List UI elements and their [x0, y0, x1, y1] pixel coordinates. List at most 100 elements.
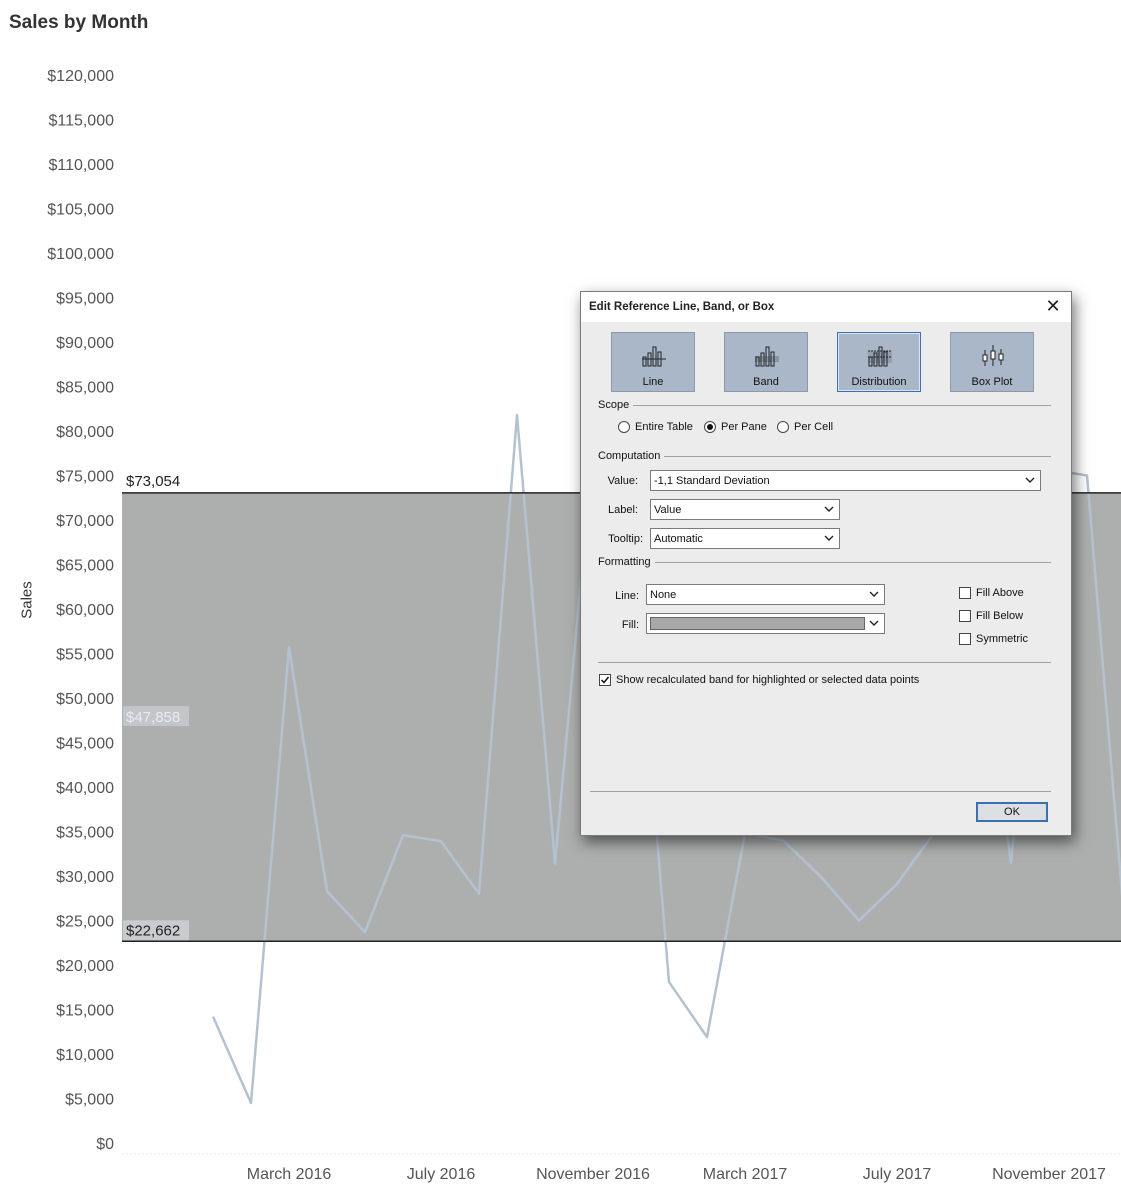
y-tick-label: $115,000	[48, 113, 114, 130]
x-tick-label: November 2017	[992, 1166, 1106, 1183]
type-band-button[interactable]: Band	[724, 332, 808, 392]
y-tick-label: $10,000	[56, 1047, 114, 1064]
x-tick-label: July 2017	[863, 1166, 932, 1183]
show-recalculated-checkbox[interactable]: Show recalculated band for highlighted o…	[599, 674, 919, 686]
radio-circle	[618, 421, 630, 433]
type-box-plot-button[interactable]: Box Plot	[950, 332, 1034, 392]
formatting-heading: Formatting	[598, 556, 655, 568]
checkbox-box-checked	[599, 674, 611, 686]
y-tick-label: $50,000	[56, 691, 114, 708]
type-box-plot-label: Box Plot	[971, 376, 1013, 388]
tooltip-select-value: Automatic	[654, 533, 703, 545]
label-select-value: Value	[654, 504, 682, 516]
y-tick-label: $75,000	[56, 469, 114, 486]
scope-per-cell-label: Per Cell	[794, 421, 834, 433]
checkmark-icon	[600, 676, 610, 684]
fill-below-checkbox[interactable]: Fill Below	[959, 610, 1023, 622]
y-tick-label: $40,000	[56, 780, 114, 797]
value-select-value: -1,1 Standard Deviation	[654, 475, 770, 487]
divider	[598, 662, 1051, 663]
fill-below-label: Fill Below	[976, 610, 1024, 622]
y-tick-label: $20,000	[56, 958, 114, 975]
type-distribution-label: Distribution	[851, 376, 907, 388]
y-tick-label: $80,000	[56, 424, 114, 441]
upper-band-label: $73,054	[126, 473, 180, 490]
fill-color-swatch	[650, 617, 865, 630]
formatting-rule	[598, 562, 1051, 563]
y-tick-label: $90,000	[56, 335, 114, 352]
x-tick-label: November 2016	[536, 1166, 650, 1183]
scope-entire-table-radio[interactable]: Entire Table	[618, 421, 693, 433]
scope-per-pane-radio[interactable]: Per Pane	[704, 421, 767, 433]
line-label: Line:	[615, 590, 639, 602]
scope-heading: Scope	[598, 399, 634, 411]
y-tick-label: $55,000	[56, 647, 114, 664]
y-tick-label: $85,000	[56, 380, 114, 397]
chevron-down-icon	[869, 620, 879, 626]
computation-heading: Computation	[598, 450, 665, 462]
checkbox-box	[959, 587, 971, 599]
y-tick-label: $120,000	[47, 68, 114, 85]
value-select[interactable]: -1,1 Standard Deviation	[650, 470, 1041, 491]
chevron-down-icon	[824, 535, 834, 541]
label-label: Label:	[608, 504, 638, 516]
edit-reference-dialog: Edit Reference Line, Band, or Box ✕ Line…	[580, 291, 1072, 836]
value-label: Value:	[607, 475, 638, 487]
type-band-label: Band	[753, 376, 779, 388]
x-tick-label: March 2017	[703, 1166, 788, 1183]
tooltip-label: Tooltip:	[608, 533, 643, 545]
fill-above-label: Fill Above	[976, 587, 1024, 599]
box-plot-icon	[982, 345, 1004, 366]
y-tick-label: $70,000	[56, 513, 114, 530]
center-band-label: $47,858	[126, 709, 180, 726]
type-line-button[interactable]: Line	[611, 332, 695, 392]
show-recalculated-label: Show recalculated band for highlighted o…	[616, 674, 920, 686]
radio-circle	[777, 421, 789, 433]
y-tick-label: $95,000	[56, 291, 114, 308]
symmetric-label: Symmetric	[976, 633, 1028, 645]
chevron-down-icon	[1025, 477, 1035, 483]
type-distribution-button[interactable]: Distribution	[837, 332, 921, 392]
line-icon	[642, 346, 666, 367]
y-tick-label: $15,000	[56, 1003, 114, 1020]
checkbox-box	[959, 633, 971, 645]
symmetric-checkbox[interactable]: Symmetric	[959, 633, 1028, 645]
scope-per-pane-label: Per Pane	[721, 421, 767, 433]
x-tick-label: March 2016	[247, 1166, 332, 1183]
fill-label: Fill:	[621, 619, 639, 631]
y-tick-label: $0	[96, 1136, 114, 1153]
type-line-label: Line	[642, 376, 664, 388]
label-select[interactable]: Value	[650, 499, 840, 520]
y-tick-label: $65,000	[56, 558, 114, 575]
scope-entire-table-label: Entire Table	[635, 421, 693, 433]
y-tick-label: $30,000	[56, 869, 114, 886]
computation-rule	[598, 456, 1051, 457]
x-tick-label: July 2016	[407, 1166, 476, 1183]
y-tick-label: $35,000	[56, 825, 114, 842]
y-tick-label: $60,000	[56, 602, 114, 619]
line-select[interactable]: None	[646, 584, 885, 605]
y-tick-label: $100,000	[47, 246, 114, 263]
tooltip-select[interactable]: Automatic	[650, 528, 840, 549]
line-select-value: None	[650, 589, 677, 601]
y-tick-label: $110,000	[48, 157, 114, 174]
chevron-down-icon	[869, 591, 879, 597]
dialog-title: Edit Reference Line, Band, or Box	[589, 301, 775, 313]
ok-button[interactable]: OK	[976, 802, 1048, 822]
chevron-down-icon	[824, 506, 834, 512]
close-icon[interactable]: ✕	[1043, 296, 1063, 316]
lower-band-label: $22,662	[126, 922, 180, 939]
band-icon	[755, 346, 779, 367]
dialog-titlebar: Edit Reference Line, Band, or Box ✕	[581, 292, 1071, 322]
y-tick-label: $105,000	[47, 202, 114, 219]
fill-above-checkbox[interactable]: Fill Above	[959, 587, 1024, 599]
scope-per-cell-radio[interactable]: Per Cell	[777, 421, 833, 433]
y-tick-label: $5,000	[65, 1092, 114, 1109]
distribution-icon	[868, 346, 892, 367]
y-tick-label: $45,000	[56, 736, 114, 753]
fill-select[interactable]	[646, 613, 885, 634]
checkbox-box	[959, 610, 971, 622]
scope-rule	[598, 405, 1051, 406]
footer-rule	[590, 791, 1051, 792]
y-tick-label: $25,000	[56, 914, 114, 931]
